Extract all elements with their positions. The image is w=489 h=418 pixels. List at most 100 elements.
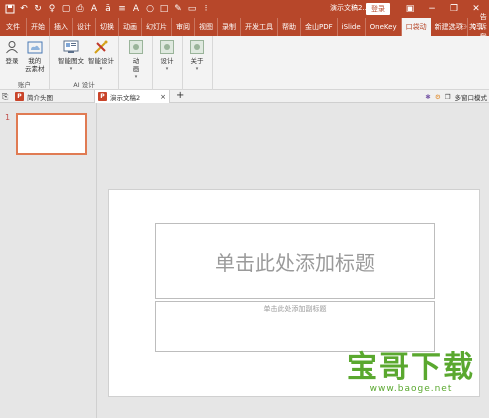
restore-icon[interactable]: ❐ [443, 0, 465, 18]
slideshow-icon[interactable]: ▭ [186, 3, 198, 15]
quick-access-toolbar: ↶ ↻ ♀ ▢ ⎙ A ā ≡ A ○ □ ✎ ▭ ⁝ [0, 3, 212, 15]
chevron-down-icon: ▾ [99, 66, 103, 72]
font-icon[interactable]: ā [102, 3, 114, 15]
animation-button[interactable]: 动 画 ▾ [128, 39, 144, 81]
powerpoint-window: ↶ ↻ ♀ ▢ ⎙ A ā ≡ A ○ □ ✎ ▭ ⁝ 演示文稿2... 登录 … [0, 0, 489, 418]
powerpoint-icon: P [98, 92, 107, 101]
chevron-down-icon: ▾ [165, 66, 169, 72]
doc-tab-intro[interactable]: P 简介头图 [12, 90, 94, 103]
doc-tab-presentation-label: 演示文稿2 [110, 93, 141, 102]
tab-pocket[interactable]: 口袋动 [401, 18, 431, 36]
share-label: 共享 [469, 23, 483, 31]
text-icon[interactable]: A [88, 3, 100, 15]
animation-icon [128, 39, 144, 55]
about-label: 关于 [190, 57, 204, 65]
tab-view[interactable]: 视图 [195, 18, 218, 36]
puzzle-icon[interactable]: ✱ [425, 93, 430, 101]
multi-window-icon: ❐ [444, 92, 451, 101]
tab-home[interactable]: 开始 [27, 18, 50, 36]
title-bar: ↶ ↻ ♀ ▢ ⎙ A ā ≡ A ○ □ ✎ ▭ ⁝ 演示文稿2... 登录 … [0, 0, 489, 18]
title-placeholder-text: 单击此处添加标题 [215, 250, 375, 275]
smart-design-button[interactable]: 智能设计 ▾ [88, 39, 114, 73]
watermark: 宝哥下载 www.baoge.net [337, 350, 485, 394]
share-button[interactable]: ⚇ 共享 [460, 18, 483, 36]
ribbon-panel: 登录 我的 云素材 账户 智能图文 ▾ 智能设计 ▾ AI 设计 动 画 ▾ 设… [0, 36, 489, 90]
tab-pdf[interactable]: 金山PDF [301, 18, 338, 36]
smart-design-icon [93, 39, 109, 55]
about-icon [189, 39, 205, 55]
add-tab-icon[interactable]: + [176, 90, 184, 102]
tab-onekey[interactable]: OneKey [366, 18, 402, 36]
print-icon[interactable]: ⎙ [74, 3, 86, 15]
font-size-icon[interactable]: A [130, 3, 142, 15]
tab-animations[interactable]: 动画 [119, 18, 142, 36]
cloud-material-label: 我的 云素材 [25, 57, 45, 73]
user-icon [4, 39, 20, 55]
ribbon-options-icon[interactable]: ▣ [399, 0, 421, 18]
redo-icon[interactable]: ↻ [32, 3, 44, 15]
gear-icon[interactable]: ⚙ [435, 93, 441, 101]
smart-design-label: 智能设计 [88, 57, 114, 65]
customize-icon[interactable]: ⁝ [200, 3, 212, 15]
tab-review[interactable]: 审阅 [172, 18, 195, 36]
shape-rect-icon[interactable]: □ [158, 3, 170, 15]
design-label: 设计 [160, 57, 174, 65]
tab-slideshow[interactable]: 幻灯片 [142, 18, 172, 36]
minimize-icon[interactable]: − [421, 0, 443, 18]
slide-thumbnail[interactable] [16, 113, 87, 155]
shape-circle-icon[interactable]: ○ [144, 3, 156, 15]
animation-group: 动 画 ▾ [119, 36, 153, 90]
watermark-text: 宝哥下载 [347, 350, 475, 385]
tab-islide[interactable]: iSlide [338, 18, 366, 36]
animation-label: 动 画 [132, 57, 140, 73]
ai-design-group-label: AI 设计 [73, 81, 95, 89]
design-icon [159, 39, 175, 55]
file-icon[interactable]: ⎘ [2, 92, 8, 102]
pen-icon[interactable]: ✎ [172, 3, 184, 15]
about-button[interactable]: 关于 ▾ [189, 39, 205, 73]
login-ribbon-button[interactable]: 登录 [4, 39, 20, 65]
tab-help[interactable]: 帮助 [278, 18, 301, 36]
format-painter-icon[interactable]: ♀ [46, 3, 58, 15]
ribbon-tabs: 文件 开始 插入 设计 切换 动画 幻灯片 审阅 视图 录制 开发工具 帮助 金… [0, 13, 489, 41]
slide-thumbnail-pane: 1 [0, 103, 97, 418]
title-placeholder[interactable]: 单击此处添加标题 [155, 223, 435, 299]
document-title: 演示文稿2... [330, 4, 370, 12]
person-icon: ⚇ [460, 23, 469, 31]
chevron-down-icon: ▾ [195, 66, 199, 72]
save-icon[interactable] [4, 3, 16, 15]
account-group: 登录 我的 云素材 账户 [0, 36, 50, 90]
slide-number: 1 [5, 113, 11, 122]
login-button[interactable]: 登录 [366, 3, 390, 15]
account-group-label: 账户 [18, 81, 31, 89]
smart-image-text-label: 智能图文 [58, 57, 84, 65]
undo-icon[interactable]: ↶ [18, 3, 30, 15]
design-button[interactable]: 设计 ▾ [159, 39, 175, 73]
close-tab-icon[interactable]: × [160, 93, 166, 101]
tab-design[interactable]: 设计 [73, 18, 96, 36]
design-group: 设计 ▾ [153, 36, 183, 90]
chevron-down-icon: ▾ [134, 74, 138, 80]
subtitle-placeholder[interactable]: 单击此处添加副标题 [155, 301, 435, 352]
new-doc-icon[interactable]: ▢ [60, 3, 72, 15]
doc-strip-tools: ✱ ⚙ ❐ 多窗口模式 [425, 90, 487, 103]
subtitle-placeholder-text: 单击此处添加副标题 [263, 305, 327, 313]
login-ribbon-label: 登录 [5, 57, 19, 65]
smart-image-text-button[interactable]: 智能图文 ▾ [58, 39, 84, 73]
smart-image-icon [63, 39, 79, 55]
doc-tab-presentation[interactable]: P 演示文稿2 × [94, 90, 170, 103]
tab-transitions[interactable]: 切换 [96, 18, 119, 36]
cloud-material-button[interactable]: 我的 云素材 [25, 39, 45, 73]
document-tab-strip: ⎘ P 简介头图 P 演示文稿2 × + ✱ ⚙ ❐ 多窗口模式 [0, 90, 489, 103]
align-icon[interactable]: ≡ [116, 3, 128, 15]
doc-tab-intro-label: 简介头图 [27, 93, 53, 102]
tab-file[interactable]: 文件 [0, 18, 27, 36]
cloud-icon [27, 39, 43, 55]
multi-window-button[interactable]: 多窗口模式 [455, 92, 488, 102]
tab-developer[interactable]: 开发工具 [241, 18, 278, 36]
about-group: 关于 ▾ [183, 36, 213, 90]
powerpoint-icon: P [15, 92, 24, 101]
tab-record[interactable]: 录制 [218, 18, 241, 36]
tab-insert[interactable]: 插入 [50, 18, 73, 36]
chevron-down-icon: ▾ [69, 66, 73, 72]
